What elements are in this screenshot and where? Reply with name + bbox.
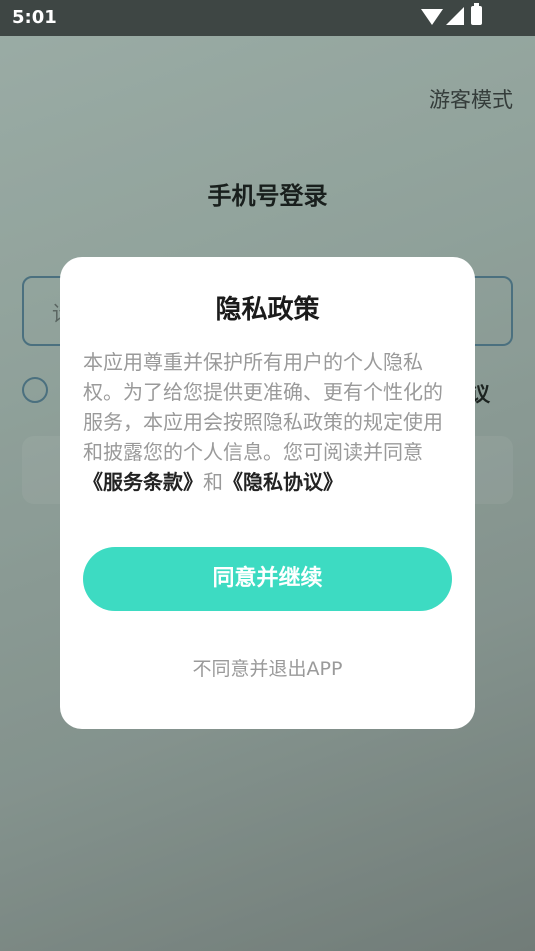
wifi-icon [421,9,443,25]
status-icons [421,3,493,29]
agree-continue-button[interactable]: 同意并继续 [83,547,452,611]
dialog-body: 本应用尊重并保护所有用户的个人隐私权。为了给您提供更准确、更有个性化的服务，本应… [83,347,453,497]
privacy-dialog: 隐私政策 本应用尊重并保护所有用户的个人隐私权。为了给您提供更准确、更有个性化的… [60,257,475,729]
dialog-body-text: 本应用尊重并保护所有用户的个人隐私权。为了给您提供更准确、更有个性化的服务，本应… [83,350,443,464]
battery-charging-icon [471,3,482,25]
decline-exit-button[interactable]: 不同意并退出APP [60,654,475,681]
signal-icon [446,7,464,25]
dialog-conjunction: 和 [203,470,223,494]
status-bar: 5:01 [0,0,535,36]
privacy-link[interactable]: 《隐私协议》 [223,470,343,494]
status-time: 5:01 [12,7,57,28]
terms-link[interactable]: 《服务条款》 [83,470,203,494]
dialog-title: 隐私政策 [215,295,320,325]
